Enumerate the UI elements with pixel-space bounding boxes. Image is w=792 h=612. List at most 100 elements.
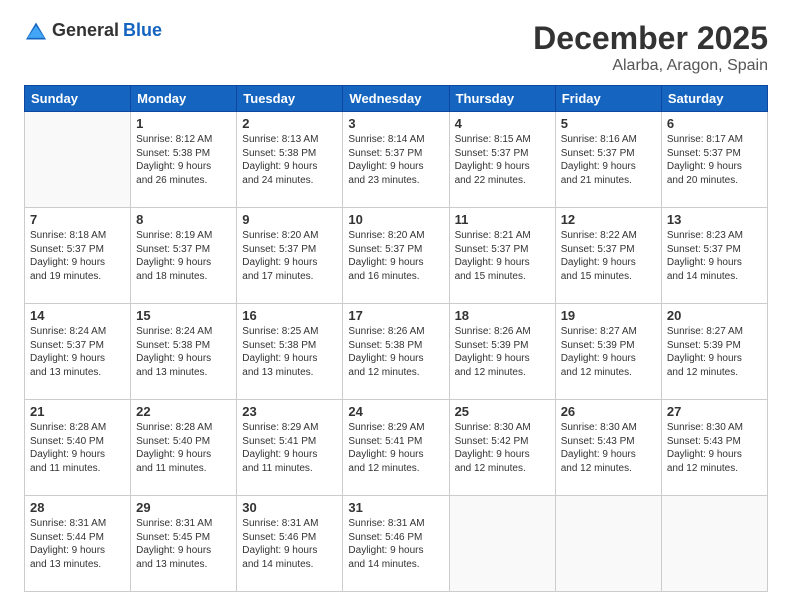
calendar-week-4: 28 Sunrise: 8:31 AM Sunset: 5:44 PM Dayli… xyxy=(25,496,768,592)
day-number: 23 xyxy=(242,404,337,419)
day-number: 31 xyxy=(348,500,443,515)
calendar-week-0: 1 Sunrise: 8:12 AM Sunset: 5:38 PM Daylig… xyxy=(25,112,768,208)
title-block: December 2025 Alarba, Aragon, Spain xyxy=(533,20,768,75)
calendar-header-saturday: Saturday xyxy=(661,86,767,112)
calendar-cell: 8Sunrise: 8:19 AM Sunset: 5:37 PM Daylig… xyxy=(131,208,237,304)
day-number: 20 xyxy=(667,308,762,323)
calendar-week-1: 7 Sunrise: 8:18 AM Sunset: 5:37 PM Daylig… xyxy=(25,208,768,304)
day-info: Sunrise: 8:22 AM Sunset: 5:37 PM Dayligh… xyxy=(561,229,656,283)
day-info: Sunrise: 8:16 AM Sunset: 5:37 PM Dayligh… xyxy=(561,133,656,187)
day-info: Sunrise: 8:31 AM Sunset: 5:45 PM Dayligh… xyxy=(136,517,231,571)
day-number: 25 xyxy=(455,404,550,419)
calendar-cell: 10Sunrise: 8:20 AM Sunset: 5:37 PM Dayli… xyxy=(343,208,449,304)
calendar-cell: 1 Sunrise: 8:12 AM Sunset: 5:38 PM Daylig… xyxy=(131,112,237,208)
day-info: Sunrise: 8:28 AM Sunset: 5:40 PM Dayligh… xyxy=(30,421,125,475)
calendar-header-thursday: Thursday xyxy=(449,86,555,112)
calendar-cell: 6Sunrise: 8:17 AM Sunset: 5:37 PM Daylig… xyxy=(661,112,767,208)
day-info: Sunrise: 8:20 AM Sunset: 5:37 PM Dayligh… xyxy=(242,229,337,283)
calendar-cell: 24Sunrise: 8:29 AM Sunset: 5:41 PM Dayli… xyxy=(343,400,449,496)
day-info: Sunrise: 8:31 AM Sunset: 5:46 PM Dayligh… xyxy=(242,517,337,571)
calendar-cell: 28 Sunrise: 8:31 AM Sunset: 5:44 PM Dayli… xyxy=(25,496,131,592)
day-info: Sunrise: 8:25 AM Sunset: 5:38 PM Dayligh… xyxy=(242,325,337,379)
calendar-header-sunday: Sunday xyxy=(25,86,131,112)
day-info: Sunrise: 8:18 AM Sunset: 5:37 PM Dayligh… xyxy=(30,229,125,283)
day-number: 14 xyxy=(30,308,125,323)
calendar-cell: 31 Sunrise: 8:31 AM Sunset: 5:46 PM Dayli… xyxy=(343,496,449,592)
calendar-cell xyxy=(449,496,555,592)
calendar-cell xyxy=(661,496,767,592)
day-info: Sunrise: 8:12 AM Sunset: 5:38 PM Dayligh… xyxy=(136,133,231,187)
calendar-header-wednesday: Wednesday xyxy=(343,86,449,112)
calendar-cell: 16 Sunrise: 8:25 AM Sunset: 5:38 PM Dayli… xyxy=(237,304,343,400)
day-number: 29 xyxy=(136,500,231,515)
day-number: 6 xyxy=(667,116,762,131)
calendar-cell: 18 Sunrise: 8:26 AM Sunset: 5:39 PM Dayli… xyxy=(449,304,555,400)
calendar-cell: 14 Sunrise: 8:24 AM Sunset: 5:37 PM Dayli… xyxy=(25,304,131,400)
calendar-cell: 9Sunrise: 8:20 AM Sunset: 5:37 PM Daylig… xyxy=(237,208,343,304)
calendar-cell: 11 Sunrise: 8:21 AM Sunset: 5:37 PM Dayli… xyxy=(449,208,555,304)
calendar-cell: 30 Sunrise: 8:31 AM Sunset: 5:46 PM Dayli… xyxy=(237,496,343,592)
calendar-cell: 3 Sunrise: 8:14 AM Sunset: 5:37 PM Daylig… xyxy=(343,112,449,208)
day-number: 3 xyxy=(348,116,443,131)
calendar-header-row: SundayMondayTuesdayWednesdayThursdayFrid… xyxy=(25,86,768,112)
day-number: 26 xyxy=(561,404,656,419)
day-number: 13 xyxy=(667,212,762,227)
calendar-cell: 29 Sunrise: 8:31 AM Sunset: 5:45 PM Dayli… xyxy=(131,496,237,592)
day-number: 21 xyxy=(30,404,125,419)
calendar-cell: 21 Sunrise: 8:28 AM Sunset: 5:40 PM Dayli… xyxy=(25,400,131,496)
day-number: 4 xyxy=(455,116,550,131)
day-number: 5 xyxy=(561,116,656,131)
calendar-cell: 27Sunrise: 8:30 AM Sunset: 5:43 PM Dayli… xyxy=(661,400,767,496)
calendar-cell: 5 Sunrise: 8:16 AM Sunset: 5:37 PM Daylig… xyxy=(555,112,661,208)
day-number: 30 xyxy=(242,500,337,515)
calendar-cell xyxy=(25,112,131,208)
day-info: Sunrise: 8:14 AM Sunset: 5:37 PM Dayligh… xyxy=(348,133,443,187)
day-number: 22 xyxy=(136,404,231,419)
day-info: Sunrise: 8:13 AM Sunset: 5:38 PM Dayligh… xyxy=(242,133,337,187)
calendar-week-3: 21 Sunrise: 8:28 AM Sunset: 5:40 PM Dayli… xyxy=(25,400,768,496)
calendar-cell: 4 Sunrise: 8:15 AM Sunset: 5:37 PM Daylig… xyxy=(449,112,555,208)
day-info: Sunrise: 8:21 AM Sunset: 5:37 PM Dayligh… xyxy=(455,229,550,283)
location-title: Alarba, Aragon, Spain xyxy=(533,57,768,75)
calendar-header-friday: Friday xyxy=(555,86,661,112)
calendar-cell: 13 Sunrise: 8:23 AM Sunset: 5:37 PM Dayli… xyxy=(661,208,767,304)
calendar-header-tuesday: Tuesday xyxy=(237,86,343,112)
calendar-cell xyxy=(555,496,661,592)
day-number: 28 xyxy=(30,500,125,515)
day-info: Sunrise: 8:15 AM Sunset: 5:37 PM Dayligh… xyxy=(455,133,550,187)
day-number: 1 xyxy=(136,116,231,131)
day-info: Sunrise: 8:26 AM Sunset: 5:39 PM Dayligh… xyxy=(455,325,550,379)
day-info: Sunrise: 8:20 AM Sunset: 5:37 PM Dayligh… xyxy=(348,229,443,283)
day-info: Sunrise: 8:29 AM Sunset: 5:41 PM Dayligh… xyxy=(242,421,337,475)
calendar-cell: 20 Sunrise: 8:27 AM Sunset: 5:39 PM Dayli… xyxy=(661,304,767,400)
day-number: 18 xyxy=(455,308,550,323)
day-info: Sunrise: 8:31 AM Sunset: 5:46 PM Dayligh… xyxy=(348,517,443,571)
calendar-cell: 17 Sunrise: 8:26 AM Sunset: 5:38 PM Dayli… xyxy=(343,304,449,400)
day-number: 17 xyxy=(348,308,443,323)
calendar-cell: 2 Sunrise: 8:13 AM Sunset: 5:38 PM Daylig… xyxy=(237,112,343,208)
calendar-header-monday: Monday xyxy=(131,86,237,112)
logo-icon xyxy=(24,21,48,41)
day-info: Sunrise: 8:23 AM Sunset: 5:37 PM Dayligh… xyxy=(667,229,762,283)
calendar-cell: 23 Sunrise: 8:29 AM Sunset: 5:41 PM Dayli… xyxy=(237,400,343,496)
page: GeneralBlue December 2025 Alarba, Aragon… xyxy=(0,0,792,612)
day-info: Sunrise: 8:27 AM Sunset: 5:39 PM Dayligh… xyxy=(561,325,656,379)
day-info: Sunrise: 8:27 AM Sunset: 5:39 PM Dayligh… xyxy=(667,325,762,379)
calendar-cell: 25 Sunrise: 8:30 AM Sunset: 5:42 PM Dayli… xyxy=(449,400,555,496)
day-info: Sunrise: 8:30 AM Sunset: 5:42 PM Dayligh… xyxy=(455,421,550,475)
calendar: SundayMondayTuesdayWednesdayThursdayFrid… xyxy=(24,85,768,592)
day-info: Sunrise: 8:31 AM Sunset: 5:44 PM Dayligh… xyxy=(30,517,125,571)
day-number: 7 xyxy=(30,212,125,227)
header: GeneralBlue December 2025 Alarba, Aragon… xyxy=(24,20,768,75)
day-number: 15 xyxy=(136,308,231,323)
calendar-week-2: 14 Sunrise: 8:24 AM Sunset: 5:37 PM Dayli… xyxy=(25,304,768,400)
calendar-cell: 19 Sunrise: 8:27 AM Sunset: 5:39 PM Dayli… xyxy=(555,304,661,400)
day-number: 16 xyxy=(242,308,337,323)
calendar-cell: 22Sunrise: 8:28 AM Sunset: 5:40 PM Dayli… xyxy=(131,400,237,496)
day-info: Sunrise: 8:19 AM Sunset: 5:37 PM Dayligh… xyxy=(136,229,231,283)
day-number: 19 xyxy=(561,308,656,323)
day-info: Sunrise: 8:24 AM Sunset: 5:37 PM Dayligh… xyxy=(30,325,125,379)
day-number: 11 xyxy=(455,212,550,227)
day-info: Sunrise: 8:26 AM Sunset: 5:38 PM Dayligh… xyxy=(348,325,443,379)
day-number: 2 xyxy=(242,116,337,131)
